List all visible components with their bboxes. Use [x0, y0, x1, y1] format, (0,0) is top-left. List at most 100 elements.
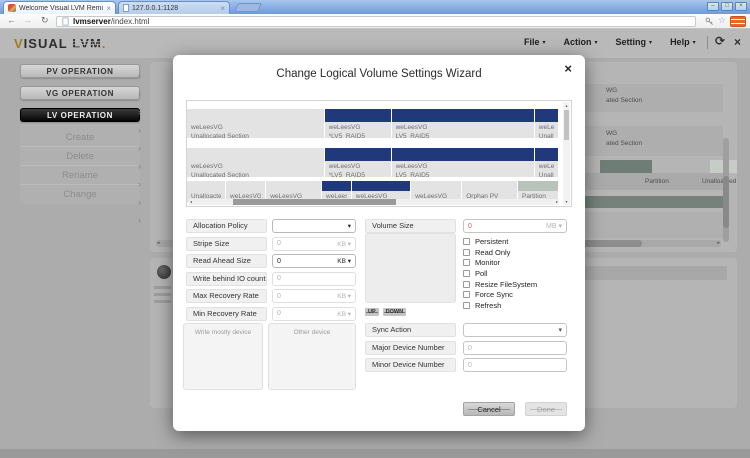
tab-title: Welcome Visual LVM Remo	[19, 5, 103, 12]
allocation-policy-label: Allocation Policy	[186, 219, 267, 233]
chevron-icon[interactable]: ›	[138, 72, 141, 80]
new-tab-button[interactable]	[234, 3, 262, 12]
write-behind-io-count-input[interactable]: 0	[272, 272, 356, 286]
reload-icon[interactable]: ↻	[41, 15, 49, 26]
scroll-right-icon[interactable]: ▸	[556, 199, 558, 205]
segment-name-label: Unallocated Section	[191, 132, 320, 138]
major-device-number-input[interactable]: 0	[463, 341, 567, 355]
menu-help[interactable]: Help▾	[670, 37, 696, 47]
chevron-icon[interactable]: ›	[138, 108, 141, 116]
scroll-right-icon[interactable]: ▸	[717, 240, 720, 247]
allocation-policy-select[interactable]: ▾	[272, 219, 356, 233]
form-row: Max Recovery Rate0KB ▾	[186, 289, 356, 303]
browser-tab-active[interactable]: Welcome Visual LVM Remo ×	[3, 1, 116, 14]
chevron-icon[interactable]: ›	[138, 216, 141, 224]
key-icon[interactable]	[705, 17, 714, 26]
sidebar-subitem-rename[interactable]: Rename	[20, 166, 140, 185]
tab-close-icon[interactable]: ×	[220, 4, 225, 13]
cancel-button[interactable]: Cancel	[463, 402, 515, 416]
browser-tab-inactive[interactable]: 127.0.0.1:1128 ×	[118, 1, 230, 14]
minor-device-number-input[interactable]: 0	[463, 358, 567, 372]
wizard-vertical-scrollbar[interactable]: ▴ ▾	[563, 102, 570, 205]
scrollbar-thumb[interactable]	[723, 176, 729, 228]
chevron-icon[interactable]: ›	[138, 198, 141, 206]
chevron-icon[interactable]: ›	[138, 90, 141, 98]
scrollbar-thumb[interactable]	[564, 110, 569, 140]
volume-segment[interactable]: weLeesVG*LV5_RAID5	[325, 109, 392, 138]
unit-select[interactable]: KB ▾	[337, 292, 351, 300]
scroll-up-icon[interactable]: ▴	[563, 103, 570, 108]
background-partition-label: Partition	[645, 178, 669, 185]
checkbox-resize-filesystem[interactable]: Resize FileSystem	[463, 279, 537, 290]
unit-select[interactable]: KB ▾	[337, 240, 351, 248]
app-header: VISUAL LVM. File▾Action▾Setting▾Help▾ ⟳ …	[0, 29, 750, 58]
scrollbar-thumb[interactable]	[233, 199, 396, 205]
done-button[interactable]: Done	[525, 402, 567, 416]
browser-menu-icon[interactable]	[730, 16, 746, 27]
other-device-box[interactable]: Other device	[268, 323, 356, 390]
scroll-down-icon[interactable]: ▾	[563, 199, 570, 204]
down-button[interactable]: DOWN	[383, 308, 406, 316]
checkbox-force-sync[interactable]: Force Sync	[463, 289, 537, 300]
volume-size-input[interactable]: 0 MB ▾	[463, 219, 567, 233]
max-recovery-rate-input[interactable]: 0KB ▾	[272, 289, 356, 303]
field-value: 0	[277, 275, 281, 282]
app-close-icon[interactable]: ×	[734, 35, 741, 49]
read-ahead-size-input[interactable]: 0KB ▾	[272, 254, 356, 268]
chevron-icon[interactable]: ›	[138, 180, 141, 188]
volume-segment[interactable]: weLeeUnall	[535, 109, 559, 138]
menu-action[interactable]: Action▾	[564, 37, 598, 47]
checkbox-read-only[interactable]: Read Only	[463, 247, 537, 258]
scroll-left-icon[interactable]: ◂	[157, 240, 160, 247]
menu-setting[interactable]: Setting▾	[616, 37, 653, 47]
scroll-left-icon[interactable]: ◂	[190, 199, 192, 205]
volume-segment[interactable]: weLeesVGUnallocated Section	[187, 109, 325, 138]
tab-close-icon[interactable]: ×	[106, 4, 111, 13]
maximize-button[interactable]: □	[721, 2, 733, 11]
volume-segment[interactable]: weLeesVG*LV5_RAID5	[325, 148, 392, 177]
segment-labels: weLeesVG*LV5_RAID5	[325, 161, 391, 177]
volume-segment[interactable]: weLeesVGLV5_RAID5	[392, 148, 535, 177]
sidebar-subitem-change[interactable]: Change	[20, 185, 140, 204]
bookmark-star-icon[interactable]: ☆	[718, 15, 726, 26]
url-host: lvmserver	[73, 17, 111, 26]
address-bar[interactable]: lvmserver/index.html	[56, 16, 696, 27]
chevron-icon[interactable]: ›	[138, 162, 141, 170]
menu-file[interactable]: File▾	[524, 37, 546, 47]
app-reload-icon[interactable]: ⟳	[715, 34, 725, 48]
unit-select[interactable]: KB ▾	[337, 257, 351, 265]
background-vertical-scrollbar[interactable]	[723, 138, 729, 242]
segment-vg-label: weLeesVG	[396, 162, 530, 171]
volume-size-unit-select[interactable]: MB ▾	[546, 222, 562, 230]
sidebar-item-pv-operation[interactable]: PV OPERATION	[20, 64, 140, 78]
volume-segment[interactable]: weLeeUnall	[535, 148, 559, 177]
min-recovery-rate-input[interactable]: 0KB ▾	[272, 307, 356, 321]
unit-select[interactable]: KB ▾	[337, 310, 351, 318]
background-vg-label: WG	[606, 130, 617, 137]
chevron-icon[interactable]: ›	[138, 126, 141, 134]
minimize-button[interactable]: –	[707, 2, 719, 11]
sidebar-subitem-delete[interactable]: Delete	[20, 147, 140, 166]
up-button[interactable]: UP	[365, 308, 379, 316]
wizard-close-icon[interactable]: ×	[564, 61, 572, 76]
checkbox-monitor[interactable]: Monitor	[463, 257, 537, 268]
sidebar-item-lv-operation[interactable]: LV OPERATION	[20, 108, 140, 122]
window-close-button[interactable]: ×	[735, 2, 747, 11]
background-unalloacted-label: Unalloacted	[702, 178, 736, 185]
sidebar-subitem-create[interactable]: Create	[20, 128, 140, 147]
sidebar-item-vg-operation[interactable]: VG OPERATION	[20, 86, 140, 100]
chevron-icon[interactable]: ›	[138, 144, 141, 152]
caret-down-icon: ▾	[558, 223, 562, 230]
write-mostly-device-box[interactable]: Write mostly device	[183, 323, 263, 390]
device-list-box[interactable]	[365, 233, 456, 303]
sync-action-select[interactable]: ▾	[463, 323, 567, 337]
wizard-horizontal-scrollbar[interactable]: ◂ ▸	[189, 199, 559, 205]
forward-icon[interactable]: →	[23, 15, 32, 25]
stripe-size-input[interactable]: 0KB ▾	[272, 237, 356, 251]
checkbox-refresh[interactable]: Refresh	[463, 300, 537, 311]
back-icon[interactable]: ←	[7, 15, 16, 25]
checkbox-poll[interactable]: Poll	[463, 268, 537, 279]
volume-segment[interactable]: weLeesVGUnallocated Section	[187, 148, 325, 177]
checkbox-persistent[interactable]: Persistent	[463, 236, 537, 247]
volume-segment[interactable]: weLeesVGLV5_RAID5	[392, 109, 535, 138]
